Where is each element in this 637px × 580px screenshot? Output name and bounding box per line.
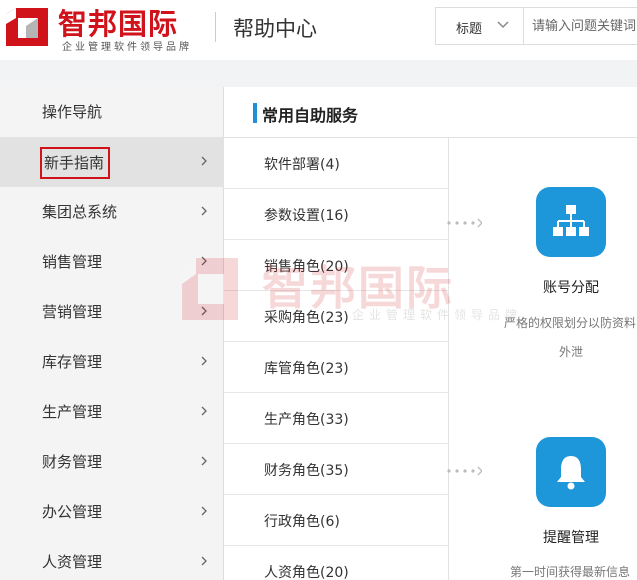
sidebar-item-production[interactable]: 生产管理 — [0, 387, 224, 437]
sidebar-item-label: 操作导航 — [42, 103, 103, 121]
list-item-label: 生产角色(33) — [264, 412, 349, 428]
list-item[interactable]: 软件部署(4) — [224, 138, 449, 189]
header: 智邦国际 企业管理软件领导品牌 帮助中心 标题 — [0, 0, 637, 60]
page-title: 帮助中心 — [233, 17, 317, 41]
list-item[interactable]: 参数设置(16) — [224, 189, 449, 240]
list-item[interactable]: 财务角色(35) — [224, 444, 449, 495]
sidebar-item-finance[interactable]: 财务管理 — [0, 437, 224, 487]
sidebar-item-label: 集团总系统 — [42, 203, 118, 221]
list-item[interactable]: 行政角色(6) — [224, 495, 449, 546]
chevron-right-icon — [201, 456, 207, 466]
list-item-label: 采购角色(23) — [264, 310, 349, 326]
flow-arrow-icon — [447, 466, 482, 476]
list-item[interactable]: 库管角色(23) — [224, 342, 449, 393]
section-accent-bar — [253, 103, 257, 123]
card-title[interactable]: 提醒管理 — [471, 527, 637, 547]
card-title[interactable]: 账号分配 — [471, 277, 637, 297]
org-chart-icon[interactable] — [536, 187, 606, 257]
list-item-label: 行政角色(6) — [264, 514, 340, 530]
chevron-right-icon — [201, 306, 207, 316]
chevron-right-icon — [201, 506, 207, 516]
brand-logo-icon[interactable] — [4, 6, 50, 48]
sidebar-item-beginner-guide[interactable]: 新手指南 — [0, 137, 224, 187]
bell-icon[interactable] — [536, 437, 606, 507]
header-divider — [215, 12, 216, 42]
chevron-down-icon — [497, 21, 509, 29]
list-item-label: 人资角色(20) — [264, 565, 349, 580]
search-input[interactable] — [532, 8, 637, 44]
flow-arrow-icon — [447, 218, 482, 228]
sidebar-item-sales[interactable]: 销售管理 — [0, 237, 224, 287]
sidebar-item-label: 营销管理 — [42, 303, 103, 321]
sidebar-item-marketing[interactable]: 营销管理 — [0, 287, 224, 337]
sidebar-item-label: 库存管理 — [42, 353, 103, 371]
search-field-selected: 标题 — [456, 22, 483, 37]
sidebar-item-label: 销售管理 — [42, 253, 103, 271]
chevron-right-icon — [201, 156, 207, 166]
list-item[interactable]: 销售角色(20) — [224, 240, 449, 291]
guide-list: 软件部署(4) 参数设置(16) 销售角色(20) 采购角色(23) 库管角色(… — [224, 138, 449, 580]
brand-name[interactable]: 智邦国际 — [58, 1, 178, 43]
search-field-select[interactable]: 标题 — [436, 8, 524, 44]
sidebar-item-label: 生产管理 — [42, 403, 103, 421]
card-description: 外泄 — [558, 345, 583, 359]
chevron-right-icon — [201, 406, 207, 416]
section-title: 常用自助服务 — [262, 106, 359, 125]
sidebar-item-operation-nav[interactable]: 操作导航 — [0, 87, 224, 137]
list-item-label: 参数设置(16) — [264, 208, 349, 224]
sidebar-item-hr[interactable]: 人资管理 — [0, 537, 224, 580]
chevron-right-icon — [201, 556, 207, 566]
list-item[interactable]: 生产角色(33) — [224, 393, 449, 444]
sidebar-item-inventory[interactable]: 库存管理 — [0, 337, 224, 387]
sidebar-item-label: 财务管理 — [42, 453, 103, 471]
card-description: 第一时间获得最新信息 — [510, 565, 631, 579]
chevron-right-icon — [201, 206, 207, 216]
sidebar-item-group-system[interactable]: 集团总系统 — [0, 187, 224, 237]
list-item-label: 软件部署(4) — [264, 157, 340, 173]
brand-slogan: 企业管理软件领导品牌 — [62, 42, 192, 53]
sidebar-item-label: 办公管理 — [42, 503, 103, 521]
sidebar-item-office[interactable]: 办公管理 — [0, 487, 224, 537]
card-description: 严格的权限划分以防资料 — [504, 316, 637, 330]
list-item[interactable]: 采购角色(23) — [224, 291, 449, 342]
main-panel: 常用自助服务 软件部署(4) 参数设置(16) 销售角色(20) 采购角色(23… — [224, 87, 637, 580]
search-box: 标题 — [435, 7, 637, 45]
help-center-page: 智邦国际 企业管理软件领导品牌 帮助中心 标题 操作导航 新手指南 集团总系统 — [0, 0, 637, 580]
sidebar-item-label: 新手指南 — [40, 147, 111, 179]
sidebar-item-label: 人资管理 — [42, 553, 103, 571]
chevron-right-icon — [201, 256, 207, 266]
sidebar: 操作导航 新手指南 集团总系统 销售管理 营销管理 库存管理 生产管理 财务管理 — [0, 87, 224, 580]
list-item-label: 库管角色(23) — [264, 361, 349, 377]
list-item-label: 财务角色(35) — [264, 463, 349, 479]
list-item-label: 销售角色(20) — [264, 259, 349, 275]
chevron-right-icon — [201, 356, 207, 366]
list-item[interactable]: 人资角色(20) — [224, 546, 449, 580]
